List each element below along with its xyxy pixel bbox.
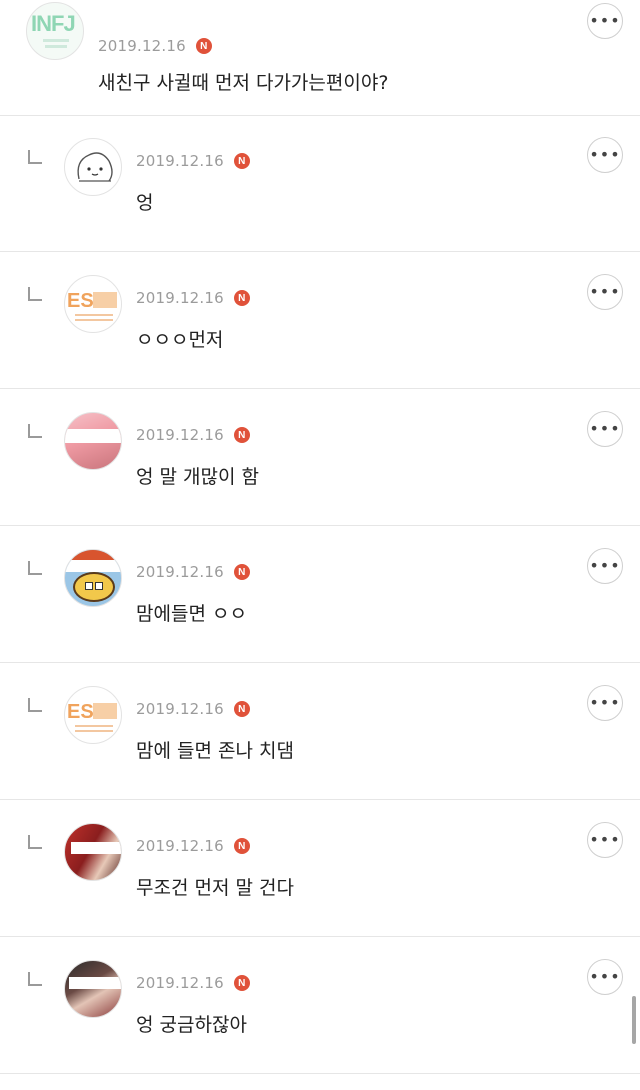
comment-text: 엉 [136, 192, 154, 214]
scrollbar[interactable] [632, 996, 636, 1044]
comment-date: 2019.12.16 N [136, 426, 250, 444]
reply-arrow-icon [28, 972, 42, 986]
reply-comment: 2019.12.16 N 엉 궁금하잖아 ••• [0, 938, 640, 1074]
reply-arrow-icon [28, 835, 42, 849]
new-badge: N [195, 38, 212, 54]
cartoon-face-avatar[interactable] [64, 138, 122, 196]
date-text: 2019.12.16 [136, 152, 224, 170]
date-text: 2019.12.16 [136, 563, 224, 581]
name-redacted [130, 958, 330, 972]
photo-avatar[interactable] [64, 960, 122, 1018]
reply-arrow-icon [28, 287, 42, 301]
new-badge: N [233, 975, 250, 991]
reply-arrow-icon [28, 150, 42, 164]
comment-date: 2019.12.16 N [136, 152, 250, 170]
avatar-label: ES [67, 701, 94, 723]
photo-avatar[interactable] [64, 412, 122, 470]
reply-comment: ES 2019.12.16 N ㅇㅇㅇ먼저 ••• [0, 253, 640, 389]
new-badge: N [233, 564, 250, 580]
comment-text: 맘에 들면 존나 치댐 [136, 740, 294, 762]
infj-avatar[interactable]: INFJ [26, 2, 84, 60]
new-badge: N [233, 290, 250, 306]
comment-text: 엉 궁금하잖아 [136, 1014, 247, 1036]
more-options-button[interactable]: ••• [587, 959, 623, 995]
reply-arrow-icon [28, 424, 42, 438]
new-badge: N [233, 701, 250, 717]
reply-comment: 2019.12.16 N 무조건 먼저 말 건다 ••• [0, 801, 640, 937]
reply-comment: 2019.12.16 N 엉 ••• [0, 116, 640, 252]
avatar-label: ES [67, 290, 94, 312]
comment: INFJ 2019.12.16 N 새친구 사귈때 먼저 다가가는편이야? ••… [0, 0, 640, 116]
estp-avatar[interactable]: ES [64, 275, 122, 333]
comment-date: 2019.12.16 N [136, 700, 250, 718]
new-badge: N [233, 838, 250, 854]
date-text: 2019.12.16 [98, 37, 186, 55]
date-text: 2019.12.16 [136, 974, 224, 992]
date-text: 2019.12.16 [136, 700, 224, 718]
comment-date: 2019.12.16 N [136, 563, 250, 581]
reply-arrow-icon [28, 698, 42, 712]
new-badge: N [233, 153, 250, 169]
comment-text: ㅇㅇㅇ먼저 [136, 329, 224, 351]
comment-text: 무조건 먼저 말 건다 [136, 877, 294, 899]
comment-date: 2019.12.16 N [136, 289, 250, 307]
new-badge: N [233, 427, 250, 443]
more-options-button[interactable]: ••• [587, 3, 623, 39]
comment-date: 2019.12.16 N [136, 837, 250, 855]
date-text: 2019.12.16 [136, 289, 224, 307]
comment-thread: INFJ 2019.12.16 N 새친구 사귈때 먼저 다가가는편이야? ••… [0, 0, 640, 1090]
more-options-button[interactable]: ••• [587, 274, 623, 310]
reply-arrow-icon [28, 561, 42, 575]
reply-comment: 2019.12.16 N 엉 말 개많이 함 ••• [0, 390, 640, 526]
reply-comment: ES 2019.12.16 N 맘에 들면 존나 치댐 ••• [0, 664, 640, 800]
comment-date: 2019.12.16 N [136, 974, 250, 992]
date-text: 2019.12.16 [136, 426, 224, 444]
comment-text: 새친구 사귈때 먼저 다가가는편이야? [98, 72, 389, 94]
more-options-button[interactable]: ••• [587, 137, 623, 173]
avatar-label: INFJ [31, 11, 76, 36]
date-text: 2019.12.16 [136, 837, 224, 855]
comment-text: 엉 말 개많이 함 [136, 466, 259, 488]
comment-date: 2019.12.16 N [98, 37, 212, 55]
photo-avatar[interactable] [64, 823, 122, 881]
cartoon-face-icon [77, 152, 113, 182]
name-redacted [136, 275, 256, 289]
cartoon-avatar[interactable] [64, 549, 122, 607]
comment-text: 맘에들면 ㅇㅇ [136, 603, 247, 625]
more-options-button[interactable]: ••• [587, 685, 623, 721]
more-options-button[interactable]: ••• [587, 548, 623, 584]
more-options-button[interactable]: ••• [587, 822, 623, 858]
more-options-button[interactable]: ••• [587, 411, 623, 447]
reply-comment: 2019.12.16 N 맘에들면 ㅇㅇ ••• [0, 527, 640, 663]
estp-avatar[interactable]: ES [64, 686, 122, 744]
